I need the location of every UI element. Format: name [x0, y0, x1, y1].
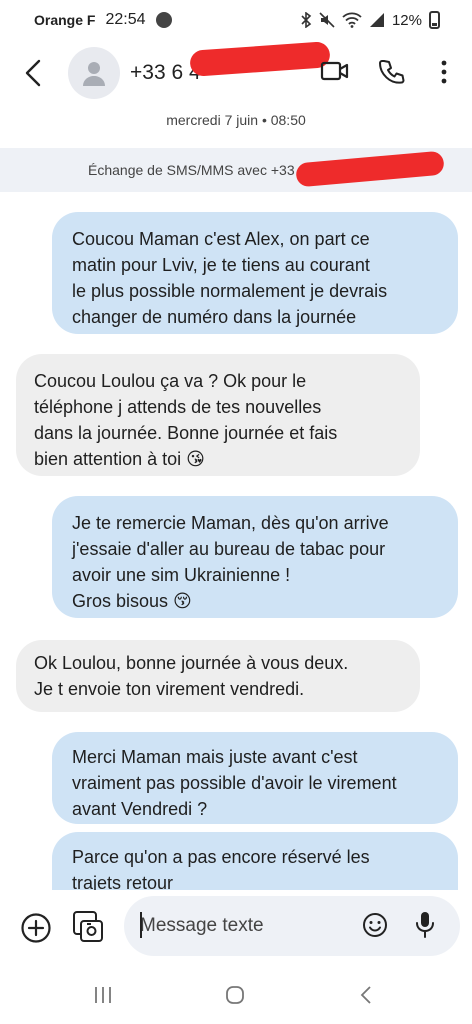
video-call-icon[interactable] — [320, 58, 350, 84]
more-vert-icon[interactable] — [434, 58, 454, 86]
battery-percent: 12% — [391, 11, 422, 29]
battery-icon — [429, 11, 440, 29]
sent-message-bubble[interactable]: Coucou Maman c'est Alex, on part ce mati… — [52, 212, 458, 334]
mute-icon — [319, 12, 335, 28]
system-navigation-bar — [0, 970, 472, 1024]
bluetooth-icon — [300, 12, 312, 28]
received-message-bubble[interactable]: Coucou Loulou ça va ? Ok pour le télépho… — [16, 354, 420, 476]
text-caret — [140, 912, 142, 938]
message-composer — [0, 890, 472, 970]
signal-icon — [369, 12, 385, 28]
message-text: Merci Maman mais juste avant c'est vraim… — [72, 747, 397, 819]
exchange-label: Échange de SMS/MMS avec +33 — [88, 162, 295, 178]
wifi-icon — [342, 12, 362, 28]
contact-avatar[interactable] — [68, 47, 120, 99]
microphone-icon[interactable] — [414, 910, 436, 940]
emoji-icon[interactable] — [362, 912, 388, 938]
message-text: Je te remercie Maman, dès qu'on arrive j… — [72, 513, 389, 611]
nav-back-icon[interactable] — [358, 984, 374, 1006]
home-icon[interactable] — [224, 984, 246, 1006]
sent-message-bubble[interactable]: Je te remercie Maman, dès qu'on arrive j… — [52, 496, 458, 618]
clock: 22:54 — [105, 11, 146, 28]
gallery-icon[interactable] — [72, 910, 104, 944]
message-text: Coucou Loulou ça va ? Ok pour le télépho… — [34, 371, 338, 469]
phone-icon[interactable] — [378, 58, 406, 86]
notification-badge-icon — [155, 12, 172, 28]
carrier-name: Orange F — [34, 12, 96, 28]
message-input[interactable] — [124, 896, 460, 956]
add-attachment-icon[interactable] — [20, 912, 52, 944]
received-message-bubble[interactable]: Ok Loulou, bonne journée à vous deux. Je… — [16, 640, 420, 712]
recent-apps-icon[interactable] — [92, 984, 114, 1006]
back-arrow-icon[interactable] — [20, 58, 48, 88]
message-text: Coucou Maman c'est Alex, on part ce mati… — [72, 229, 388, 327]
status-bar: Orange F 22:54 12% — [0, 0, 472, 40]
sent-message-bubble[interactable]: Merci Maman mais juste avant c'est vraim… — [52, 732, 458, 824]
date-separator: mercredi 7 juin • 08:50 — [166, 112, 306, 128]
message-text: Ok Loulou, bonne journée à vous deux. Je… — [34, 653, 349, 699]
message-text: Parce qu'on a pas encore réservé les tra… — [72, 847, 370, 893]
person-icon — [83, 62, 105, 86]
